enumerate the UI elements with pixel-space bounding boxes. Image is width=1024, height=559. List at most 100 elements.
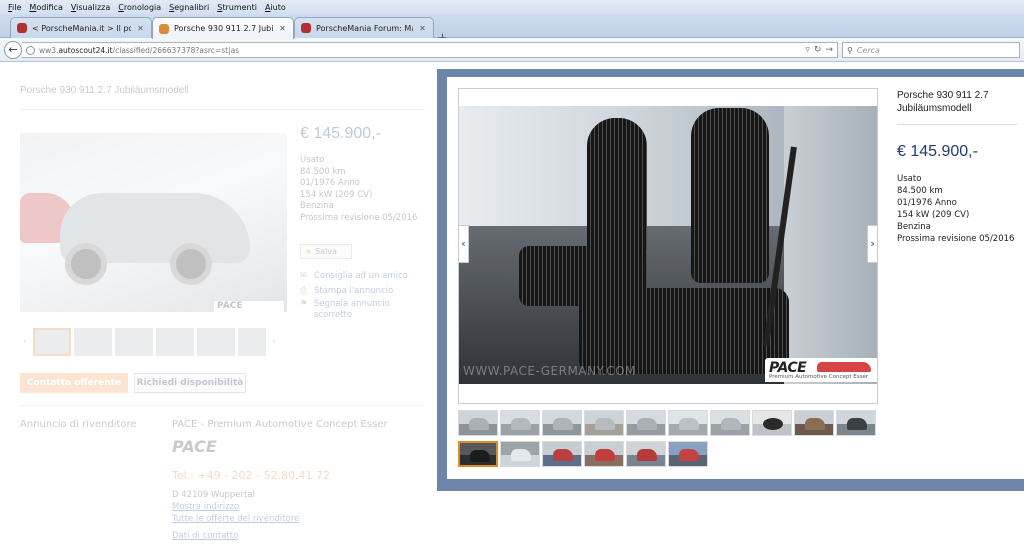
heart-icon [17, 23, 27, 33]
thumbnail[interactable] [197, 328, 235, 356]
thumbnail[interactable] [542, 441, 582, 467]
show-address-link[interactable]: Mostra indirizzo [172, 501, 299, 513]
go-arrow-icon[interactable]: → [825, 45, 833, 55]
close-icon[interactable]: ✕ [418, 24, 427, 33]
dealer-address: D 42109 Wuppertal [172, 490, 255, 500]
menu-bar: File Modifica Visualizza Cronologia Segn… [0, 0, 1024, 14]
detail-year: 01/1976 Anno [897, 198, 957, 208]
listing-thumb-strip: ‹ › [20, 325, 287, 359]
tab-label: PorscheMania Forum: Ma ... [316, 23, 413, 33]
tab-label: Porsche 930 911 2.7 Jubiläu... [174, 24, 273, 33]
lightbox-main-photo[interactable]: WWW.PACE-GERMANY.COM PACE Premium Automo… [459, 106, 877, 384]
listing-details: Usato 84.500 km 01/1976 Anno 154 kW (209… [300, 155, 417, 224]
chevron-left-icon[interactable]: ‹ [458, 225, 469, 263]
thumbnail[interactable] [668, 441, 708, 467]
detail-inspection: Prossima revisione 05/2016 [897, 234, 1015, 244]
menu-modifica[interactable]: Modifica [25, 3, 66, 12]
detail-inspection: Prossima revisione 05/2016 [300, 212, 418, 223]
dropdown-icon[interactable]: ▿ [805, 45, 810, 55]
save-button[interactable]: ★ Salva [300, 244, 352, 259]
menu-aiuto[interactable]: Aiuto [261, 3, 290, 12]
request-availability-button[interactable]: Richiedi disponibilità [134, 373, 246, 393]
report-link[interactable]: ⚑ Segnala annuncio scorretto [300, 299, 410, 321]
photo-seat-back [691, 108, 769, 283]
thumbnail[interactable] [542, 410, 582, 436]
car-logo-icon [817, 362, 871, 372]
menu-strumenti[interactable]: Strumenti [213, 3, 261, 12]
listing-title: Porsche 930 911 2.7 Jubiläumsmodell [20, 85, 189, 96]
detail-fuel: Benzina [300, 201, 334, 211]
tab-label: < PorscheMania.it > Il port... [32, 23, 131, 33]
globe-icon [26, 45, 35, 55]
recommend-link[interactable]: ✉ Consiglia ad un amico [300, 269, 410, 284]
thumbnail[interactable] [668, 410, 708, 436]
contact-seller-button[interactable]: Contatta offerente [20, 373, 128, 393]
thumbnail[interactable] [752, 410, 792, 436]
thumbnail[interactable] [836, 410, 876, 436]
menu-file[interactable]: File [4, 3, 25, 12]
thumbnail[interactable] [458, 410, 498, 436]
printer-icon: ⎙ [300, 286, 307, 296]
divider [20, 405, 425, 406]
thumbnail[interactable] [626, 410, 666, 436]
tab-porschemania-portal[interactable]: < PorscheMania.it > Il port... ✕ [10, 17, 152, 38]
dealer-phone: Tel.: +49 - 202 - 52.80.41.72 [172, 469, 330, 482]
thumbnail[interactable] [794, 410, 834, 436]
lightbox-thumbnails [458, 410, 878, 470]
menu-visualizza[interactable]: Visualizza [67, 3, 114, 12]
listing-background: Porsche 930 911 2.7 Jubiläumsmodell PACE… [0, 63, 437, 559]
tab-autoscout-listing[interactable]: Porsche 930 911 2.7 Jubiläu... ✕ [152, 17, 294, 39]
print-link[interactable]: ⎙ Stampa l'annuncio [300, 284, 410, 299]
chevron-right-icon[interactable]: › [867, 225, 878, 263]
thumbnail[interactable] [33, 328, 71, 356]
thumbnail[interactable] [238, 328, 266, 356]
envelope-icon: ✉ [300, 271, 308, 281]
navigation-bar: ← ww3.autoscout24.it/classified/26663737… [0, 38, 1024, 62]
thumbnail[interactable] [500, 410, 540, 436]
lightbox-price: € 145.900,- [897, 143, 978, 160]
thumbnail[interactable] [710, 410, 750, 436]
reload-icon[interactable]: ↻ [814, 45, 822, 55]
menu-cronologia[interactable]: Cronologia [114, 3, 165, 12]
lightbox-details: Usato 84.500 km 01/1976 Anno 154 kW (209… [897, 173, 1014, 245]
thumbnail[interactable] [500, 441, 540, 467]
thumbnail-selected[interactable] [458, 441, 498, 467]
search-box[interactable]: ⚲ Cerca [842, 42, 1020, 58]
contact-data-link[interactable]: Dati di contatto [172, 531, 238, 541]
divider [20, 109, 425, 110]
detail-condition: Usato [897, 174, 922, 184]
url-actions: ▿ ↻ → [805, 45, 837, 55]
thumbnail[interactable] [156, 328, 194, 356]
photo-wheel [170, 243, 212, 285]
photo-seat-back [587, 118, 647, 258]
chevron-right-icon[interactable]: › [269, 337, 279, 347]
thumbnail[interactable] [584, 441, 624, 467]
dealer-name: PACE - Premium Automotive Concept Esser [172, 419, 388, 430]
detail-year: 01/1976 Anno [300, 178, 360, 188]
back-button[interactable]: ← [4, 41, 22, 59]
car-favicon-icon [159, 23, 169, 34]
divider [897, 124, 1017, 125]
all-offers-link[interactable]: Tutte le offerte del rivenditore [172, 513, 299, 525]
thumbnail[interactable] [584, 410, 624, 436]
tab-bar: < PorscheMania.it > Il port... ✕ Porsche… [0, 14, 1024, 46]
tab-porschemania-forum[interactable]: PorscheMania Forum: Ma ... ✕ [294, 17, 434, 38]
dealer-address-block: D 42109 Wuppertal Mostra indirizzo Tutte… [172, 489, 299, 525]
menu-segnalibri[interactable]: Segnalibri [165, 3, 213, 12]
dealer-logo: PACE [172, 437, 217, 456]
detail-condition: Usato [300, 155, 325, 165]
photo-wheel [65, 243, 107, 285]
thumbnail[interactable] [626, 441, 666, 467]
star-icon: ★ [305, 247, 313, 256]
address-bar[interactable]: ww3.autoscout24.it/classified/266637378?… [22, 42, 838, 58]
close-icon[interactable]: ✕ [278, 24, 287, 33]
flag-icon: ⚑ [300, 299, 308, 309]
detail-power: 154 kW (209 CV) [897, 210, 970, 220]
thumbnail[interactable] [115, 328, 153, 356]
thumbnail[interactable] [74, 328, 112, 356]
detail-power: 154 kW (209 CV) [300, 189, 373, 200]
photo-watermark: WWW.PACE-GERMANY.COM [463, 364, 636, 378]
close-icon[interactable]: ✕ [136, 24, 145, 33]
listing-main-photo[interactable]: PACE [20, 133, 287, 312]
chevron-left-icon[interactable]: ‹ [20, 337, 30, 347]
